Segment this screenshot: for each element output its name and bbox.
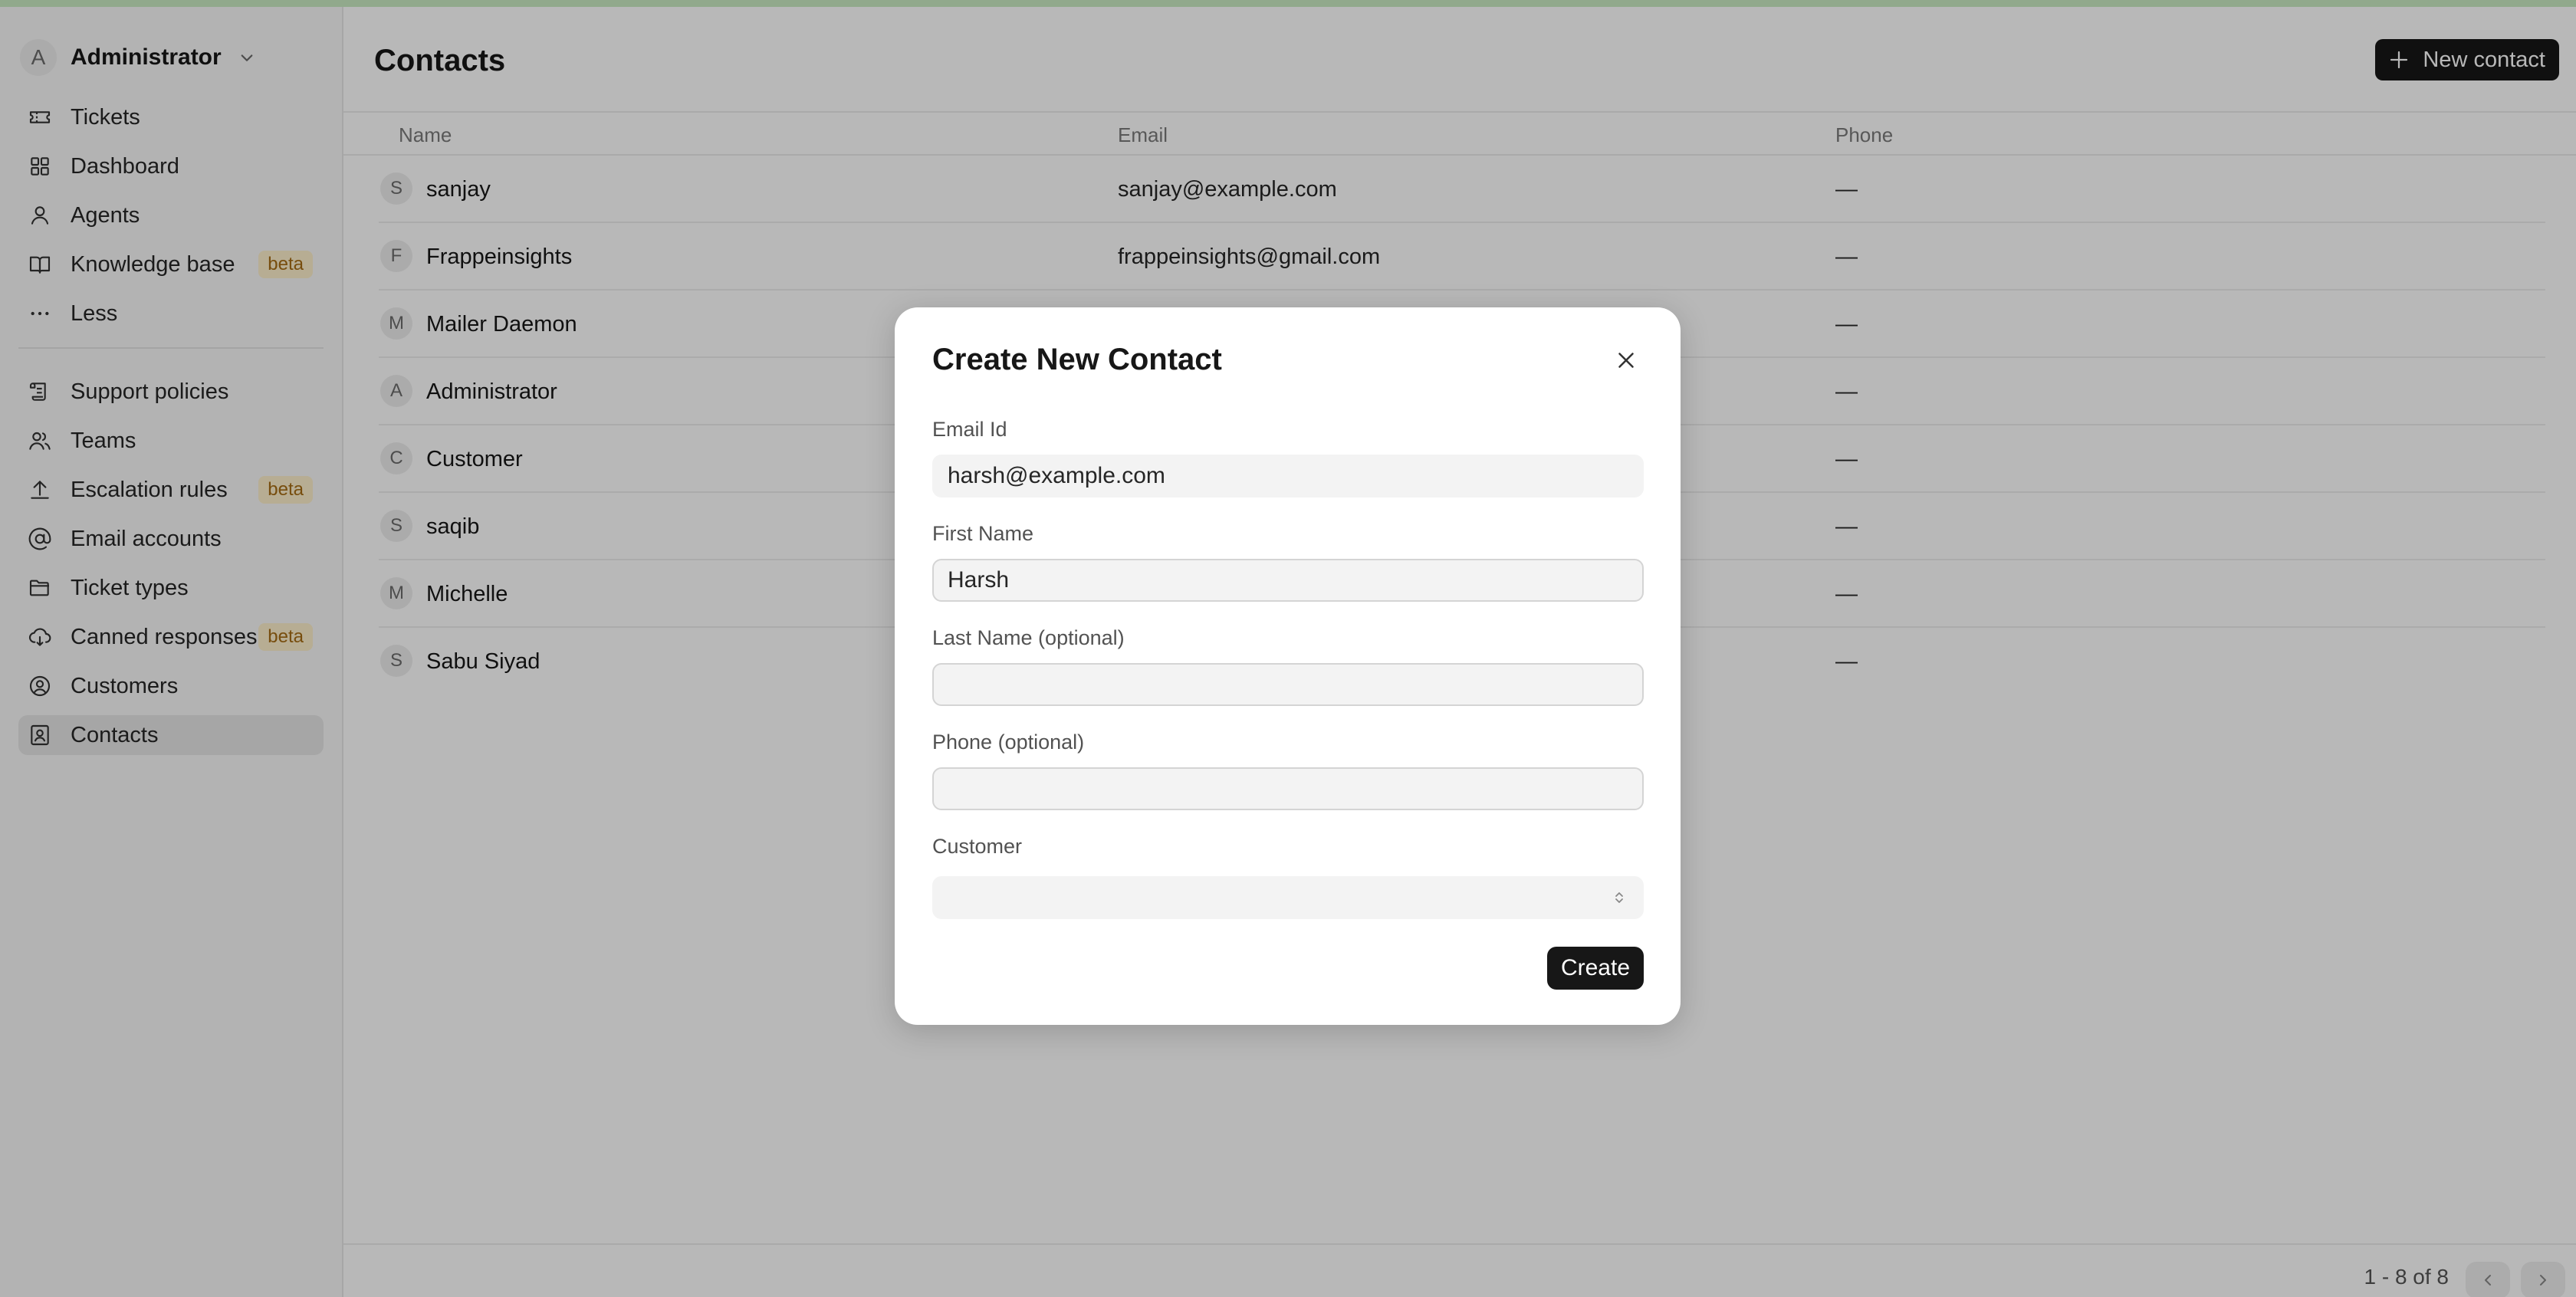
first-name-field[interactable] <box>932 559 1644 602</box>
close-icon[interactable] <box>1613 347 1639 373</box>
customer-select[interactable] <box>932 876 1644 919</box>
first-name-label: First Name <box>932 522 1034 545</box>
create-contact-dialog: Create New Contact Email Id First Name L… <box>895 307 1681 1025</box>
email-field[interactable] <box>932 455 1644 497</box>
last-name-label: Last Name (optional) <box>932 626 1125 649</box>
email-label: Email Id <box>932 418 1007 441</box>
last-name-field[interactable] <box>932 663 1644 706</box>
phone-field[interactable] <box>932 767 1644 810</box>
customer-label: Customer <box>932 835 1023 858</box>
phone-label: Phone (optional) <box>932 731 1085 754</box>
chevron-up-down-icon <box>1615 892 1623 903</box>
dialog-title: Create New Contact <box>932 343 1222 376</box>
create-button[interactable]: Create <box>1546 947 1644 990</box>
